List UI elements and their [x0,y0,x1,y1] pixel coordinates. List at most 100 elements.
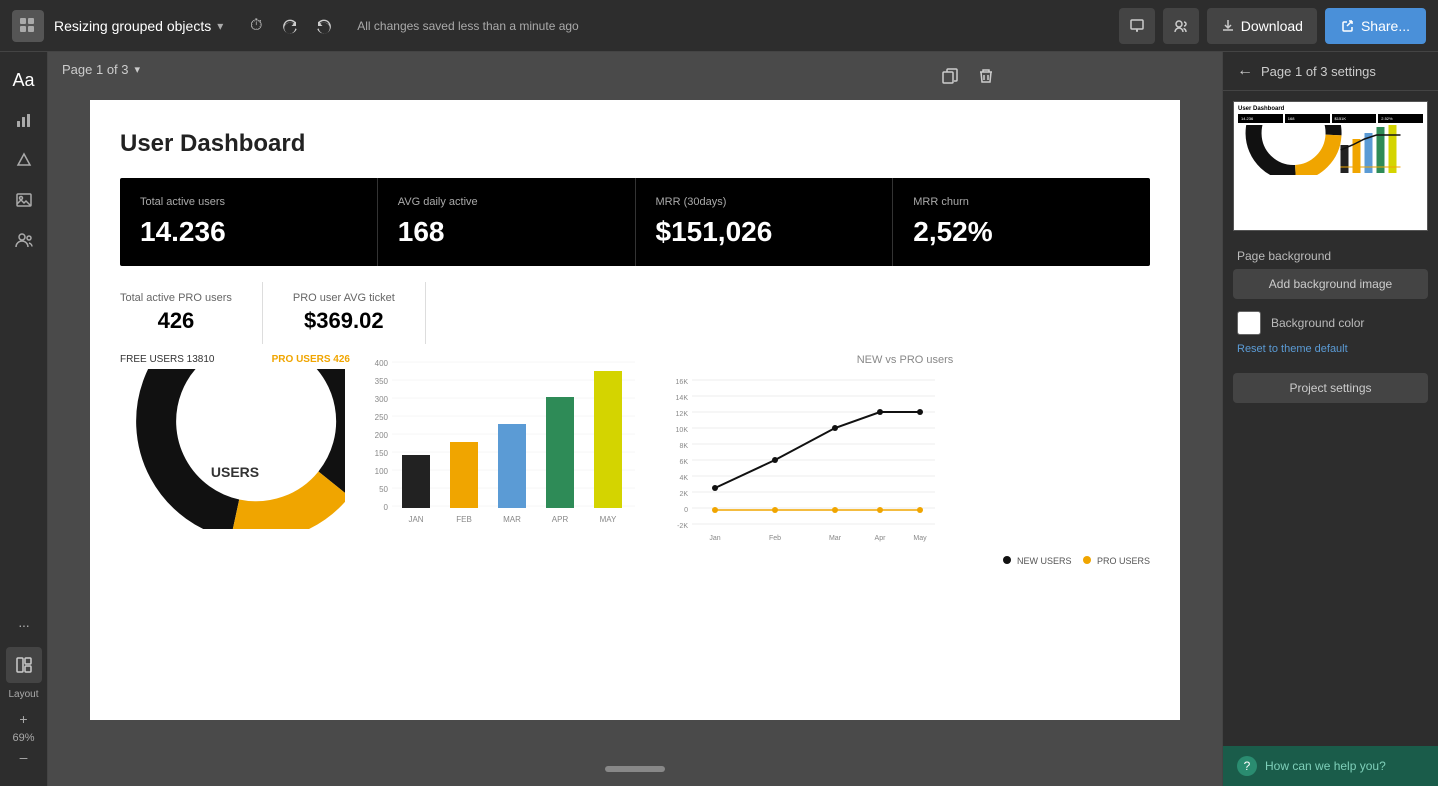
canvas-area[interactable]: Page 1 of 3 ▾ User Dashboard Total activ… [48,52,1222,786]
page-chevron-icon: ▾ [135,63,141,76]
title-chevron-icon: ▾ [217,19,223,33]
legend-pro-users: PRO USERS [1083,556,1150,566]
svg-text:4K: 4K [679,475,688,482]
page-thumbnail: User Dashboard 14.236 168 $151K 2.52% [1233,101,1428,231]
stat-card-mrr-churn: MRR churn 2,52% [893,178,1150,266]
save-status: All changes saved less than a minute ago [357,19,578,33]
collaborate-button[interactable] [1163,8,1199,44]
stat-card-avg-daily: AVG daily active 168 [378,178,636,266]
svg-text:8K: 8K [679,443,688,450]
svg-text:Mar: Mar [829,535,842,542]
svg-text:50: 50 [379,485,388,494]
svg-text:APR: APR [552,515,569,524]
panel-header-title: Page 1 of 3 settings [1261,64,1376,79]
svg-text:0: 0 [384,503,389,512]
line-chart-svg: 16K 14K 12K 10K 8K 6K 4K 2K 0 -2K [660,372,940,547]
page-top-right-icons [936,62,1000,90]
present-button[interactable] [1119,8,1155,44]
reset-theme-link[interactable]: Reset to theme default [1223,343,1438,365]
help-icon: ? [1237,756,1257,776]
panel-header: ← Page 1 of 3 settings [1223,52,1438,91]
stat-label-3: MRR churn [913,196,1130,208]
left-sidebar: Aa ··· Layout + 69% – [0,52,48,786]
sidebar-item-more[interactable]: ··· [6,607,42,643]
metrics-row: Total active PRO users 426 PRO user AVG … [120,282,1150,344]
zoom-level: 69% [12,732,34,744]
metric-value-1: $369.02 [293,308,395,334]
line-chart: NEW vs PRO users 16K 14K 12K 10K 8K 6K 4… [660,354,1150,566]
topbar-right-actions: Download Share... [1119,8,1426,44]
canvas-page[interactable]: User Dashboard Total active users 14.236… [90,100,1180,720]
topbar-history-icons: ⏱ [241,11,339,41]
zoom-in-button[interactable]: + [10,708,38,730]
donut-labels: FREE USERS 13810 PRO USERS 426 [120,354,350,365]
svg-text:100: 100 [375,467,389,476]
svg-text:2K: 2K [679,491,688,498]
main-area: Aa ··· Layout + 69% – Page 1 of 3 [0,52,1438,786]
help-footer[interactable]: ? How can we help you? [1223,746,1438,786]
svg-text:250: 250 [375,413,389,422]
bar-chart: 400 350 300 250 200 150 100 50 0 [360,354,650,539]
pro-users-dot [1083,556,1091,564]
svg-text:Feb: Feb [769,535,781,542]
duplicate-page-button[interactable] [936,62,964,90]
stat-value-0: 14.236 [140,216,357,248]
bg-color-row: Background color [1223,307,1438,343]
sidebar-item-shapes[interactable] [6,142,42,178]
share-button[interactable]: Share... [1325,8,1426,44]
stat-label-1: AVG daily active [398,196,615,208]
stat-value-2: $151,026 [656,216,873,248]
sidebar-item-users[interactable] [6,222,42,258]
pro-users-label: PRO USERS 426 [272,354,350,365]
svg-text:JAN: JAN [408,515,423,524]
app-logo[interactable] [12,10,44,42]
page-indicator[interactable]: Page 1 of 3 ▾ [62,62,140,77]
svg-text:6K: 6K [679,459,688,466]
help-label: How can we help you? [1265,759,1386,773]
undo-button[interactable] [275,11,305,41]
stats-row: Total active users 14.236 AVG daily acti… [120,178,1150,266]
zoom-out-button[interactable]: – [10,746,38,768]
stat-label-0: Total active users [140,196,357,208]
metric-label-0: Total active PRO users [120,292,232,304]
topbar: Resizing grouped objects ▾ ⏱ All changes… [0,0,1438,52]
svg-text:FEB: FEB [456,515,472,524]
sidebar-item-images[interactable] [6,182,42,218]
svg-text:300: 300 [375,395,389,404]
zoom-controls: + 69% – [10,708,38,768]
chart-legend: NEW USERS PRO USERS [660,556,1150,566]
stat-value-1: 168 [398,216,615,248]
delete-page-button[interactable] [972,62,1000,90]
line-chart-title: NEW vs PRO users [660,354,1150,366]
charts-row: FREE USERS 13810 PRO USERS 426 USERS [120,354,1150,566]
svg-text:14K: 14K [676,395,689,402]
metric-value-0: 426 [120,308,232,334]
legend-new-users: NEW USERS [1003,556,1071,566]
sidebar-item-charts[interactable] [6,102,42,138]
history-button[interactable]: ⏱ [241,11,271,41]
stat-card-total-active: Total active users 14.236 [120,178,378,266]
svg-text:0: 0 [684,507,688,514]
background-color-swatch[interactable] [1237,311,1261,335]
stat-card-mrr: MRR (30days) $151,026 [636,178,894,266]
layout-label: Layout [8,689,38,700]
bar-chart-svg: 400 350 300 250 200 150 100 50 0 [360,354,640,534]
add-background-image-button[interactable]: Add background image [1233,269,1428,299]
layout-section: Layout [6,647,42,700]
scroll-indicator [605,766,665,772]
bg-color-label: Background color [1271,316,1364,330]
svg-text:Apr: Apr [875,535,887,542]
stat-label-2: MRR (30days) [656,196,873,208]
page-background-label: Page background [1223,241,1438,269]
new-users-dot [1003,556,1011,564]
redo-button[interactable] [309,11,339,41]
thumbnail-content: User Dashboard 14.236 168 $151K 2.52% [1234,102,1427,230]
sidebar-item-font[interactable]: Aa [6,62,42,98]
panel-back-button[interactable]: ← [1237,62,1253,80]
download-button[interactable]: Download [1207,8,1317,44]
project-settings-button[interactable]: Project settings [1233,373,1428,403]
layout-button[interactable] [6,647,42,683]
document-title[interactable]: Resizing grouped objects ▾ [54,18,223,34]
donut-chart: FREE USERS 13810 PRO USERS 426 USERS [120,354,350,529]
svg-text:350: 350 [375,377,389,386]
